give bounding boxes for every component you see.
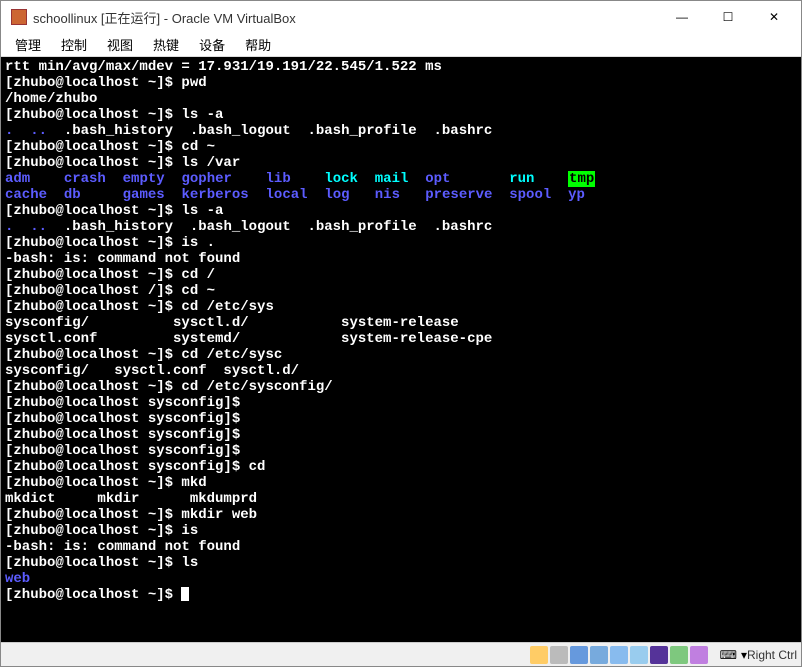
shared-folder-icon[interactable] [590,646,608,664]
window-controls: — ☐ ✕ [659,2,797,32]
menu-control[interactable]: 控制 [51,33,97,56]
disk-icon[interactable] [530,646,548,664]
minimize-button[interactable]: — [659,2,705,32]
display-icon[interactable] [630,646,648,664]
close-button[interactable]: ✕ [751,2,797,32]
cd-icon[interactable] [550,646,568,664]
vm-window: schoollinux [正在运行] - Oracle VM VirtualBo… [0,0,802,667]
host-key-label: Right Ctrl [747,648,797,662]
maximize-button[interactable]: ☐ [705,2,751,32]
keyboard-icon: ⌨ [720,648,737,662]
menu-devices[interactable]: 设备 [189,33,235,56]
titlebar: schoollinux [正在运行] - Oracle VM VirtualBo… [1,1,801,33]
menu-help[interactable]: 帮助 [235,33,281,56]
menu-manage[interactable]: 管理 [5,33,51,56]
menu-view[interactable]: 视图 [97,33,143,56]
app-icon [11,9,27,25]
statusbar-icons [530,646,708,664]
usb-icon[interactable] [610,646,628,664]
mouse-capture-icon[interactable] [670,646,688,664]
menu-hotkeys[interactable]: 热键 [143,33,189,56]
audio-icon[interactable] [650,646,668,664]
recording-icon[interactable] [690,646,708,664]
window-title: schoollinux [正在运行] - Oracle VM VirtualBo… [33,8,659,27]
network-icon[interactable] [570,646,588,664]
statusbar: ⌨ ▾ Right Ctrl [1,642,801,666]
menubar: 管理 控制 视图 热键 设备 帮助 [1,33,801,57]
terminal-output[interactable]: rtt min/avg/max/mdev = 17.931/19.191/22.… [1,57,801,642]
